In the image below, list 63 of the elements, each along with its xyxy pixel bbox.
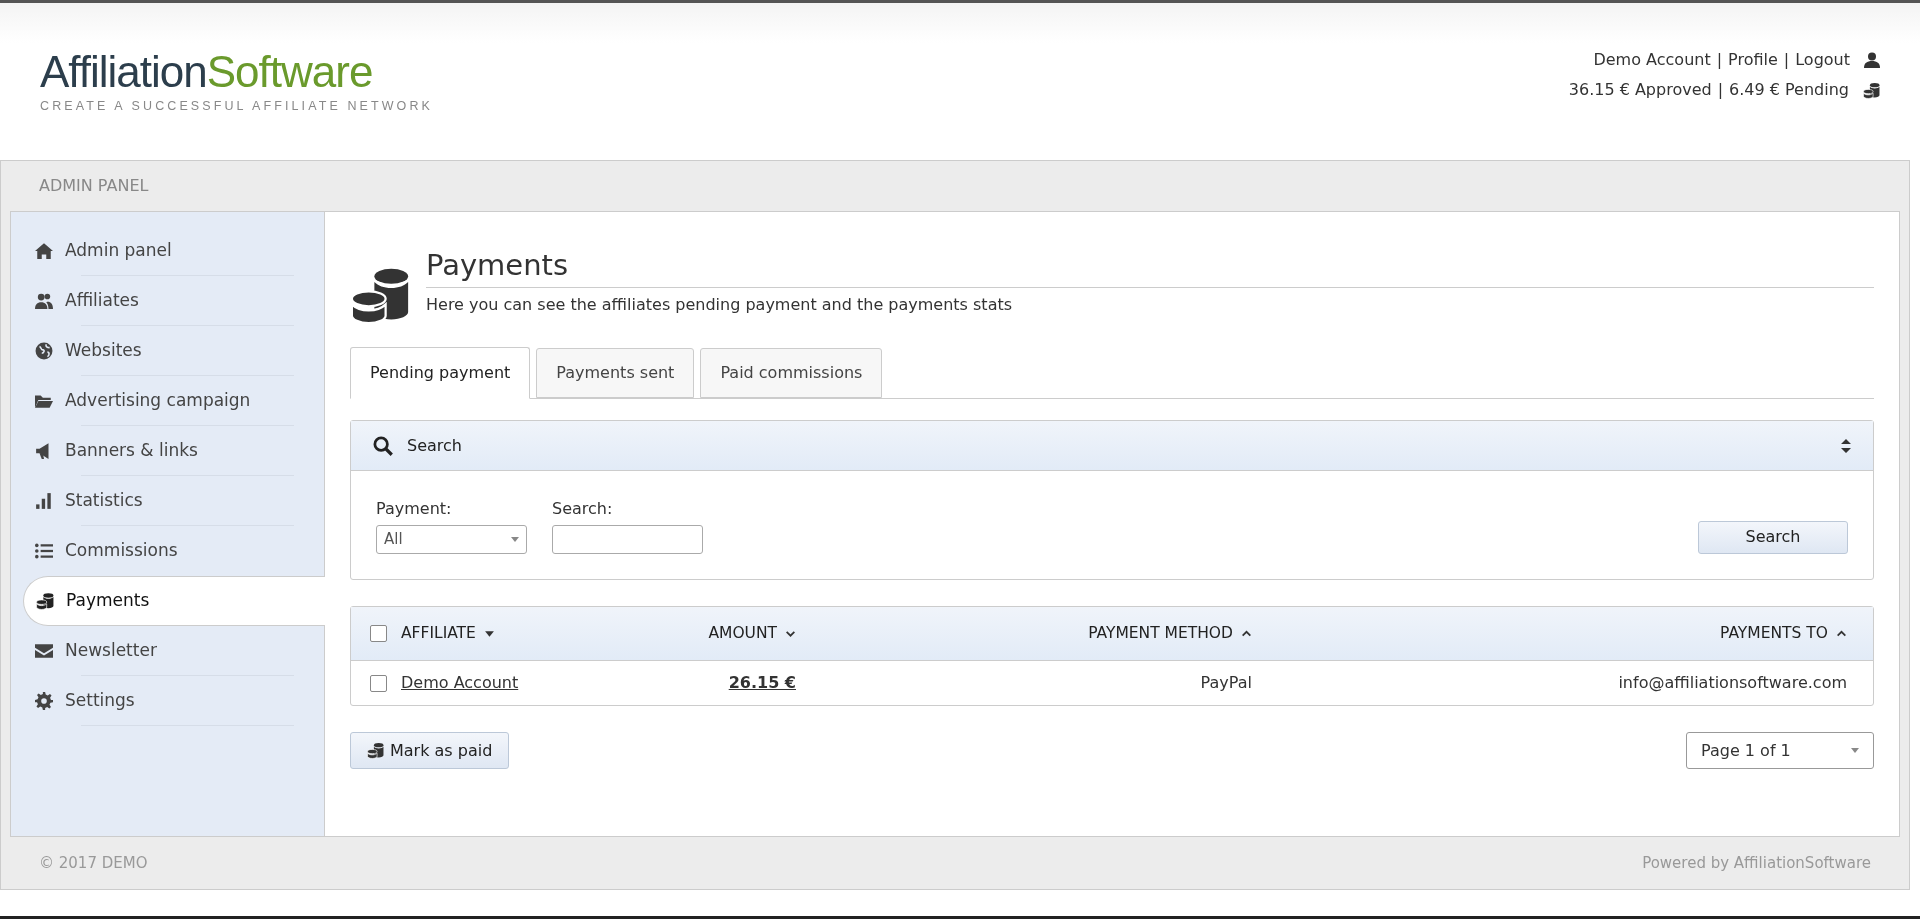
column-header[interactable]: AMOUNT bbox=[601, 621, 796, 646]
separator: | bbox=[1716, 49, 1723, 71]
amount-link[interactable]: 26.15 € bbox=[728, 671, 796, 695]
tab[interactable]: Paid commissions bbox=[700, 348, 883, 398]
table-cell-text: info@affiliationsoftware.com bbox=[1617, 672, 1847, 694]
sidebar-item[interactable]: Affiliates bbox=[23, 276, 324, 326]
globe-icon bbox=[35, 342, 53, 360]
powered-by-text: Powered by AffiliationSoftware bbox=[1642, 852, 1871, 874]
header-link[interactable]: Demo Account bbox=[1593, 48, 1711, 72]
tab[interactable]: Payments sent bbox=[536, 348, 695, 398]
page-dropdown[interactable]: Page 1 of 1 bbox=[1686, 732, 1874, 769]
separator: | bbox=[1717, 79, 1724, 101]
coins-icon bbox=[367, 742, 384, 759]
envelope-icon bbox=[35, 642, 53, 660]
sidebar-item[interactable]: Newsletter bbox=[23, 626, 324, 676]
table-cell-text: PayPal bbox=[1199, 672, 1252, 694]
header-link[interactable]: Logout bbox=[1795, 48, 1850, 72]
affiliate-link[interactable]: Demo Account bbox=[401, 673, 519, 692]
column-header[interactable]: PAYMENTS TO bbox=[1252, 621, 1847, 646]
sidebar-item[interactable]: Websites bbox=[23, 326, 324, 376]
column-header[interactable]: PAYMENT METHOD bbox=[796, 621, 1252, 646]
sort-icon bbox=[483, 628, 495, 639]
select-all-checkbox[interactable] bbox=[370, 625, 387, 642]
page-title: Payments bbox=[426, 247, 1874, 288]
header-link[interactable]: Profile bbox=[1728, 48, 1778, 72]
sort-icon bbox=[1836, 628, 1847, 639]
bar-chart-icon bbox=[35, 492, 53, 510]
user-icon bbox=[1864, 52, 1880, 68]
mark-as-paid-button[interactable]: Mark as paid bbox=[350, 732, 510, 769]
coins-icon bbox=[1863, 81, 1880, 99]
copyright-text: © 2017 DEMO bbox=[39, 852, 148, 874]
page-subtitle: Here you can see the affiliates pending payment and the payments stats bbox=[426, 294, 1014, 316]
sidebar-item[interactable]: Statistics bbox=[23, 476, 324, 526]
field-label: Search: bbox=[552, 497, 614, 520]
sidebar-item[interactable]: Banners & links bbox=[23, 426, 324, 476]
column-header[interactable]: AFFILIATE bbox=[401, 621, 601, 646]
tab[interactable]: Pending payment bbox=[350, 347, 531, 399]
users-icon bbox=[35, 292, 53, 310]
list-icon bbox=[35, 542, 53, 560]
sidebar-item[interactable]: Advertising campaign bbox=[23, 376, 324, 426]
search-icon bbox=[373, 435, 393, 456]
settings-icon bbox=[35, 692, 53, 710]
sort-icon bbox=[1241, 628, 1252, 639]
field-label: Payment: bbox=[376, 497, 453, 520]
search-button[interactable]: Search bbox=[1698, 520, 1848, 554]
sidebar-item[interactable]: Settings bbox=[23, 676, 324, 726]
collapse-toggle-icon[interactable] bbox=[1841, 438, 1851, 453]
sidebar-item[interactable]: Admin panel bbox=[23, 226, 324, 276]
balance-text: 36.15 € Approved bbox=[1568, 79, 1712, 101]
coins-icon bbox=[36, 592, 54, 610]
row-checkbox[interactable] bbox=[370, 674, 387, 692]
sort-icon bbox=[785, 628, 796, 639]
payment-dropdown[interactable]: All bbox=[376, 524, 527, 554]
logo: AffiliationSoftware CREATE A SUCCESSFUL AFFILIATE NETWORK bbox=[40, 47, 433, 115]
folder-icon bbox=[35, 392, 53, 410]
panel-title: ADMIN PANEL bbox=[39, 175, 149, 197]
sidebar-item[interactable]: Payments bbox=[23, 576, 325, 626]
sidebar-item[interactable]: Commissions bbox=[23, 526, 324, 576]
home-icon bbox=[35, 242, 53, 260]
balance-text: 6.49 € Pending bbox=[1729, 79, 1849, 101]
panel-heading: Search bbox=[407, 434, 463, 457]
search-field[interactable] bbox=[552, 524, 703, 554]
separator: | bbox=[1783, 49, 1790, 71]
